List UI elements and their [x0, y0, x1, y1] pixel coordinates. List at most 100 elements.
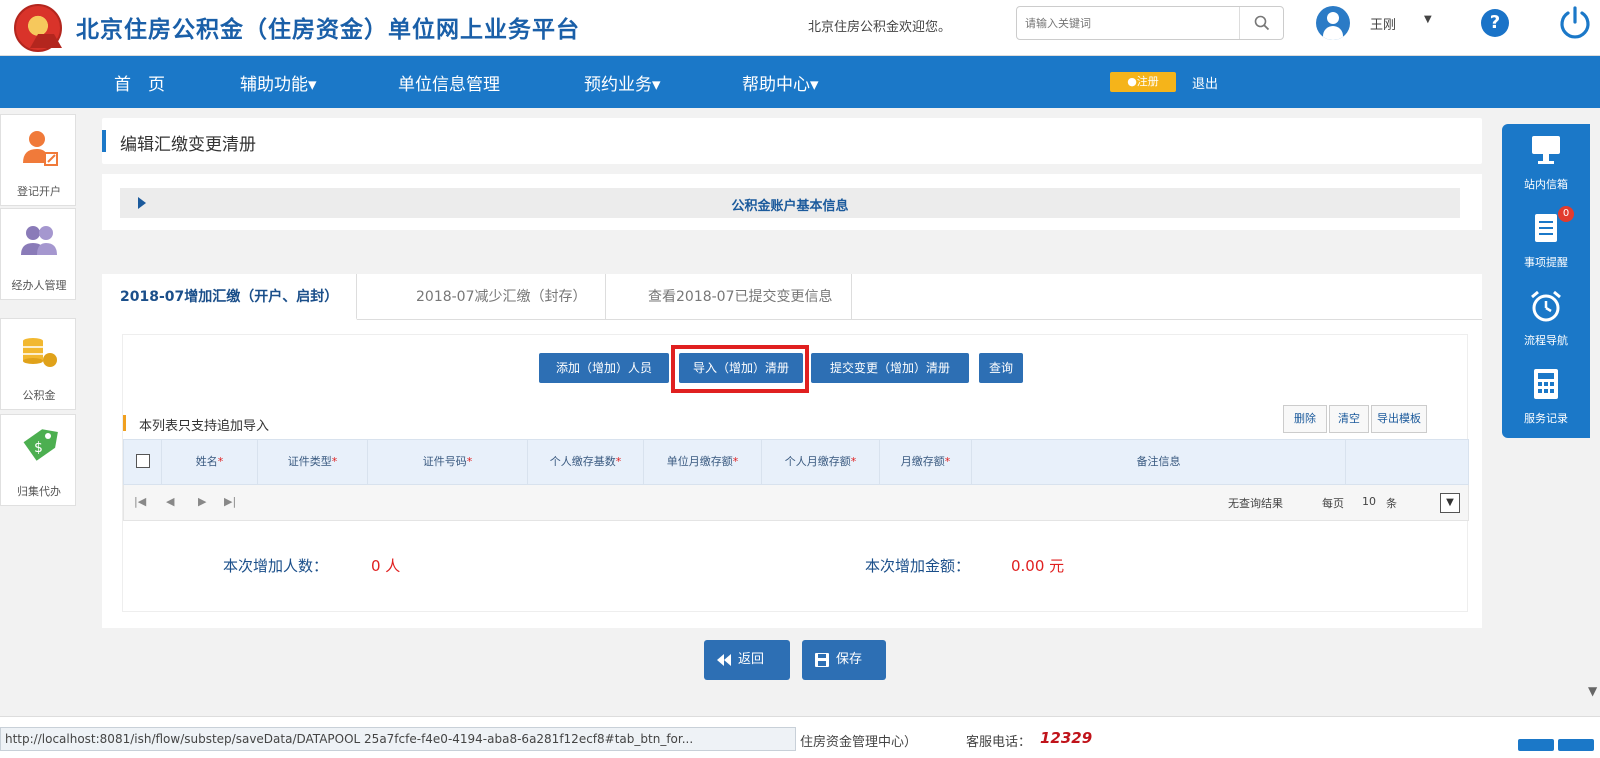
delete-button[interactable]: 删除 — [1283, 405, 1327, 433]
phone-label: 客服电话： — [966, 735, 1032, 750]
sidebar-item-handler[interactable]: 经办人管理 — [0, 208, 76, 300]
tag-icon: $ — [23, 429, 58, 461]
grid-header: 姓名* 证件类型* 证件号码* 个人缴存基数* 单位月缴存额* 个人月缴存额* … — [123, 439, 1469, 485]
notification-badge: 0 — [1558, 206, 1574, 222]
count-value: 0 人 — [371, 557, 401, 575]
site-title: 北京住房公积金（住房资金）单位网上业务平台 — [76, 17, 580, 43]
avatar-icon[interactable] — [1316, 6, 1350, 40]
page-title-bar: 编辑汇缴变更清册 — [102, 118, 1482, 164]
highlight-box — [671, 345, 809, 393]
monitor-icon — [1532, 136, 1560, 164]
phone-number: 12329 — [1040, 729, 1093, 747]
main-nav: 首 页 辅助功能▾ 单位信息管理 预约业务▾ 帮助中心▾ ●注册 退出 — [0, 56, 1600, 108]
status-url: http://localhost:8081/ish/flow/substep/s… — [0, 727, 796, 751]
search-button[interactable] — [1239, 7, 1283, 39]
footer-org: 住房资金管理中心） — [800, 735, 918, 750]
column-header-personal-monthly[interactable]: 个人月缴存额* — [762, 440, 880, 484]
amount-label: 本次增加金额： — [865, 557, 971, 575]
left-sidebar: 登记开户 经办人管理 公积金 $ 归集代办 — [0, 112, 80, 712]
save-button-label: 保存 — [836, 652, 863, 667]
tab-content: 添加（增加）人员 导入（增加）清册 提交变更（增加）清册 查询 本列表只支持追加… — [102, 320, 1482, 628]
power-icon[interactable] — [1556, 4, 1594, 42]
account-info-panel: 公积金账户基本信息 — [102, 174, 1482, 230]
help-icon[interactable]: ? — [1481, 9, 1509, 37]
account-info-toggle[interactable]: 公积金账户基本信息 — [120, 188, 1460, 218]
last-page-icon[interactable]: ▶| — [224, 495, 236, 508]
nav-item-home[interactable]: 首 页 — [114, 70, 165, 95]
rightbar-item-service-record[interactable]: 服务记录 — [1502, 360, 1590, 438]
sidebar-item-register[interactable]: 登记开户 — [0, 114, 76, 206]
first-page-icon[interactable]: |◀ — [134, 495, 146, 508]
save-button[interactable]: 保存 — [802, 640, 886, 680]
count-label: 本次增加人数： — [223, 557, 329, 575]
pager-bar: |◀ ◀ ▶ ▶| 无查询结果 每页 10 条 ▼ — [123, 485, 1469, 521]
column-header-base[interactable]: 个人缴存基数* — [528, 440, 644, 484]
next-page-icon[interactable]: ▶ — [198, 495, 206, 508]
column-header-monthly[interactable]: 月缴存额* — [880, 440, 972, 484]
rightbar-item-mailbox[interactable]: 站内信箱 — [1502, 126, 1590, 204]
page-title: 编辑汇缴变更清册 — [120, 135, 256, 155]
calculator-icon — [1534, 369, 1558, 399]
select-all-cell — [124, 440, 162, 484]
list-panel: 添加（增加）人员 导入（增加）清册 提交变更（增加）清册 查询 本列表只支持追加… — [122, 334, 1469, 612]
right-toolbar: 站内信箱 0 事项提醒 流程导航 服务记录 — [1502, 124, 1590, 438]
search-icon — [1254, 15, 1269, 31]
footer: http://localhost:8081/ish/flow/substep/s… — [0, 716, 1600, 758]
prev-page-icon[interactable]: ◀ — [166, 495, 174, 508]
chevron-down-icon[interactable]: ▼ — [1424, 14, 1432, 25]
select-all-checkbox[interactable] — [136, 454, 150, 468]
status-chip — [1518, 739, 1554, 751]
nav-item-unit-info[interactable]: 单位信息管理 — [398, 70, 500, 95]
tab-submitted[interactable]: 查看2018-07已提交变更信息 — [630, 274, 852, 320]
coins-icon — [23, 338, 57, 367]
amount-value: 0.00 元 — [1011, 557, 1065, 575]
register-icon — [23, 131, 58, 166]
per-page-value: 10 — [1362, 495, 1376, 508]
list-note-bar: 本列表只支持追加导入 — [123, 411, 1469, 435]
logout-link[interactable]: 退出 — [1192, 73, 1218, 92]
column-header-remarks[interactable]: 备注信息 — [972, 440, 1346, 484]
tab-decrease[interactable]: 2018-07减少汇缴（封存） — [398, 274, 606, 320]
sidebar-item-label: 公积金 — [22, 389, 56, 402]
export-template-button[interactable]: 导出模板 — [1371, 405, 1427, 433]
column-header-name[interactable]: 姓名* — [162, 440, 258, 484]
no-result-text: 无查询结果 — [1228, 497, 1283, 510]
sidebar-item-fund[interactable]: 公积金 — [0, 318, 76, 410]
sidebar-item-label: 经办人管理 — [11, 279, 67, 292]
query-button[interactable]: 查询 — [979, 353, 1023, 383]
column-header-id-type[interactable]: 证件类型* — [258, 440, 368, 484]
clear-button[interactable]: 清空 — [1329, 405, 1369, 433]
sidebar-item-label: 登记开户 — [17, 185, 61, 198]
rightbar-item-reminder[interactable]: 0 事项提醒 — [1502, 204, 1590, 282]
sidebar-item-agency[interactable]: $ 归集代办 — [0, 414, 76, 506]
search-input[interactable] — [1025, 13, 1235, 33]
scroll-down-icon[interactable]: ▼ — [1588, 684, 1597, 698]
nav-badge[interactable]: ●注册 — [1110, 72, 1176, 92]
people-icon — [21, 226, 57, 255]
rewind-icon — [717, 654, 731, 666]
user-name[interactable]: 王刚 — [1370, 14, 1396, 33]
welcome-text: 北京住房公积金欢迎您。 — [808, 20, 952, 35]
add-person-button[interactable]: 添加（增加）人员 — [539, 353, 669, 383]
back-button[interactable]: 返回 — [704, 640, 790, 680]
rightbar-label: 流程导航 — [1524, 334, 1568, 347]
alarm-clock-icon — [1531, 290, 1561, 322]
submit-change-button[interactable]: 提交变更（增加）清册 — [811, 353, 969, 383]
nav-item-help-center[interactable]: 帮助中心▾ — [742, 70, 819, 95]
floppy-disk-icon — [815, 653, 829, 667]
rightbar-label: 服务记录 — [1524, 412, 1568, 425]
tab-increase[interactable]: 2018-07增加汇缴（开户、启封） — [102, 274, 358, 320]
per-page-select[interactable]: ▼ — [1440, 493, 1460, 513]
svg-text:$: $ — [34, 440, 43, 456]
column-header-unit-monthly[interactable]: 单位月缴存额* — [644, 440, 762, 484]
rightbar-label: 事项提醒 — [1524, 256, 1568, 269]
top-header: 北京住房公积金（住房资金）单位网上业务平台 北京住房公积金欢迎您。 王刚 ▼ ? — [0, 0, 1600, 56]
rightbar-item-process-nav[interactable]: 流程导航 — [1502, 282, 1590, 360]
back-button-label: 返回 — [738, 652, 765, 667]
nav-item-reservation[interactable]: 预约业务▾ — [584, 70, 661, 95]
nav-item-aux[interactable]: 辅助功能▾ — [240, 70, 317, 95]
logo-icon — [14, 4, 62, 52]
column-header-id-number[interactable]: 证件号码* — [368, 440, 528, 484]
rightbar-label: 站内信箱 — [1524, 178, 1568, 191]
status-chip — [1558, 739, 1594, 751]
